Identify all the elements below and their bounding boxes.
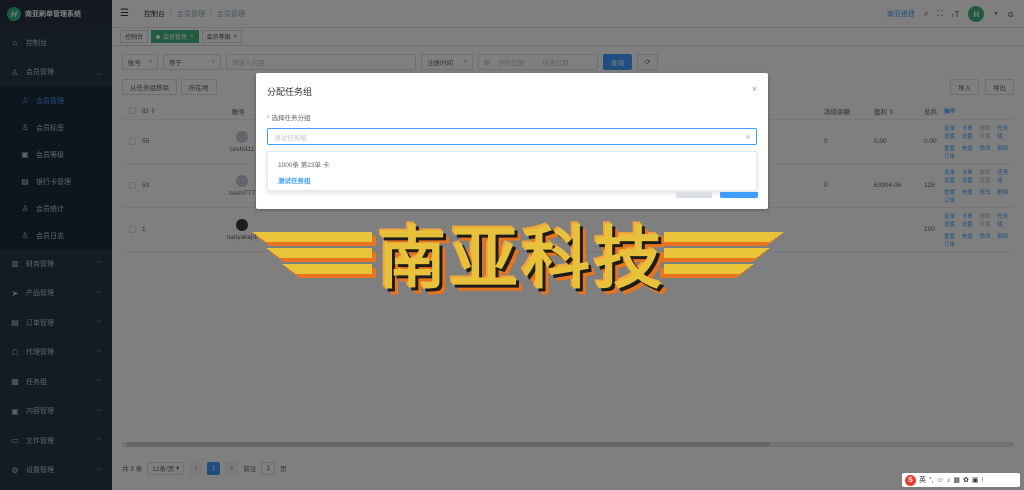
ime-language[interactable]: 英	[919, 475, 926, 485]
punctuation-icon[interactable]: °,	[929, 477, 934, 484]
task-group-label: * 选择任务分组	[267, 112, 311, 122]
dropdown-option[interactable]: 测试任务组	[268, 172, 756, 188]
microphone-icon[interactable]: ♪	[947, 477, 951, 484]
clear-circle-icon[interactable]: ⊗	[745, 133, 751, 141]
keyboard-icon[interactable]: ▦	[953, 476, 960, 484]
more-icon[interactable]: ⁝	[982, 476, 984, 484]
dropdown-option[interactable]: 1000条 第23单 卡	[268, 156, 756, 172]
required-mark: *	[267, 115, 270, 122]
toolbox-icon[interactable]: ▣	[972, 476, 979, 484]
task-group-select[interactable]: 测试任务组 ⊗	[267, 128, 757, 145]
task-group-placeholder: 测试任务组	[274, 134, 307, 142]
emoji-icon[interactable]: ☺	[937, 477, 944, 484]
assign-task-group-dialog: 分配任务组 × * 选择任务分组 测试任务组 ⊗ 1000条 第23单 卡 测试任…	[256, 73, 768, 209]
ime-toolbar: S 英 °, ☺ ♪ ▦ ✿ ▣ ⁝	[902, 473, 1020, 487]
skin-icon[interactable]: ✿	[963, 476, 969, 484]
dialog-title: 分配任务组	[267, 87, 313, 97]
task-group-dropdown: 1000条 第23单 卡 测试任务组	[267, 151, 757, 191]
sogou-icon[interactable]: S	[905, 474, 916, 486]
task-group-label-text: 选择任务分组	[271, 115, 311, 122]
close-icon[interactable]: ×	[752, 84, 757, 94]
watermark: 南亚科技	[248, 196, 788, 310]
watermark-text: 南亚科技	[377, 219, 666, 299]
